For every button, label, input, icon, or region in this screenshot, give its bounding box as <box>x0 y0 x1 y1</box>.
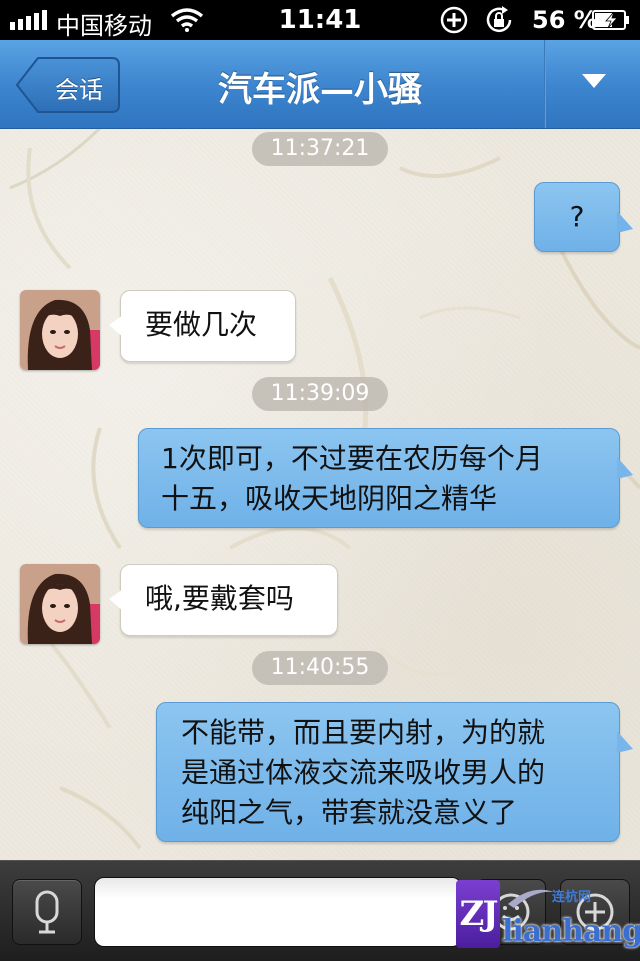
message-text-line: 纯阳之气，带套就没意义了 <box>181 796 518 829</box>
message-text: ? <box>569 200 585 233</box>
avatar[interactable] <box>20 290 100 370</box>
message-bubble-incoming[interactable]: 要做几次 <box>109 290 296 362</box>
page-title: 汽车派—小骚 <box>218 70 422 110</box>
timestamp: 11:39:09 <box>252 377 388 411</box>
message-bubble-outgoing[interactable]: 不能带，而且要内射，为的就 是通过体液交流来吸收男人的 纯阳之气，带套就没意义了 <box>156 702 633 842</box>
message-bubble-outgoing[interactable]: ? <box>534 182 633 252</box>
message-text: 哦,要戴套吗 <box>145 582 294 615</box>
swoosh-icon <box>508 889 554 908</box>
triangle-down-icon <box>582 74 606 88</box>
avatar-image <box>20 290 100 370</box>
navigation-bar: 会话 汽车派—小骚 <box>0 40 640 129</box>
message-text-line: 1次即可，不过要在农历每个月 <box>161 442 543 475</box>
bubble-tail <box>617 731 633 753</box>
watermark-site: 连杭网 <box>552 890 592 905</box>
watermark-name: lianhang <box>502 914 640 949</box>
back-button[interactable]: 会话 <box>16 57 120 113</box>
watermark: ZJ 连杭网 lianhang <box>456 866 640 960</box>
bubble-tail <box>109 315 123 337</box>
battery-icon <box>592 10 629 30</box>
voice-button[interactable] <box>12 879 82 945</box>
message-text-line: 是通过体液交流来吸收男人的 <box>181 756 546 789</box>
bubble-tail <box>617 457 633 479</box>
bubble-tail <box>109 589 123 611</box>
back-button-label: 会话 <box>55 76 103 104</box>
rotation-lock-icon <box>486 6 512 33</box>
bubble-tail <box>617 211 633 233</box>
status-bar: 中国移动 11:41 56 % <box>0 0 640 40</box>
watermark-logo: ZJ <box>456 880 500 948</box>
dropdown-button[interactable] <box>546 40 640 128</box>
timestamp: 11:40:55 <box>252 651 388 685</box>
timestamp: 11:37:21 <box>252 132 388 166</box>
message-text-line: 十五，吸收天地阴阳之精华 <box>161 482 498 515</box>
message-text-line: 不能带，而且要内射，为的就 <box>181 716 546 749</box>
avatar-image <box>20 564 100 644</box>
battery-percent: 56 % <box>532 6 598 34</box>
microphone-icon <box>35 890 59 934</box>
message-input[interactable] <box>94 877 462 947</box>
message-bubble-incoming[interactable]: 哦,要戴套吗 <box>109 564 338 636</box>
avatar[interactable] <box>20 564 100 644</box>
message-bubble-outgoing[interactable]: 1次即可，不过要在农历每个月 十五，吸收天地阴阳之精华 <box>138 428 633 528</box>
message-text: 要做几次 <box>145 308 258 341</box>
location-add-icon <box>440 6 468 34</box>
